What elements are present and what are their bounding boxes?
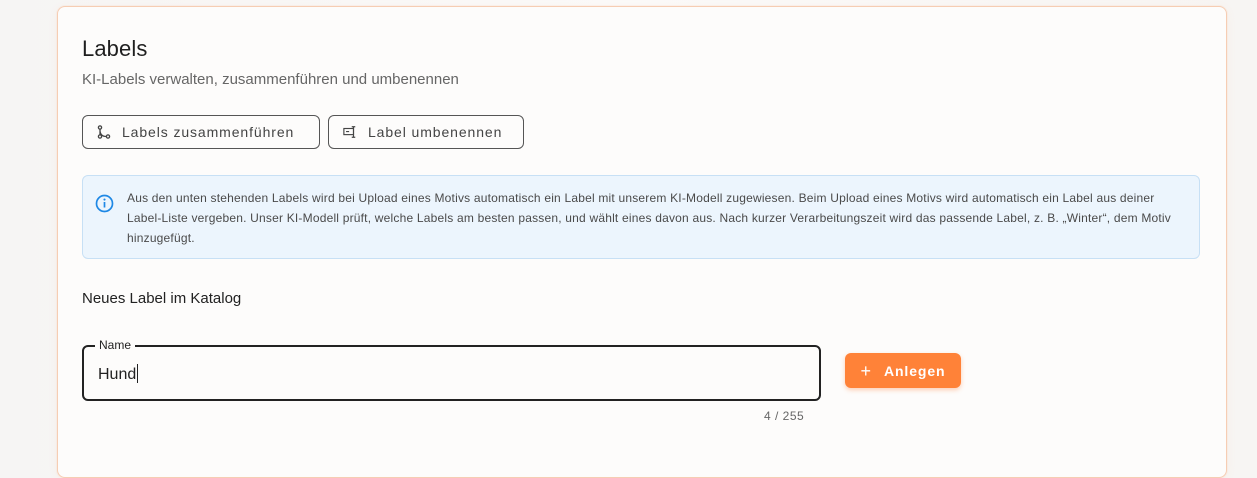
label-name-field-label: Name — [95, 338, 136, 352]
create-label-label: Anlegen — [883, 362, 946, 379]
info-icon — [95, 194, 114, 213]
merge-labels-button[interactable]: Labels zusammenführen — [82, 115, 320, 149]
page-title: Labels — [82, 36, 148, 61]
rename-icon — [343, 125, 357, 139]
new-label-section-title: Neues Label im Katalog — [82, 290, 242, 307]
page-subtitle: KI-Labels verwalten, zusammenführen und … — [82, 71, 459, 88]
merge-labels-label: Labels zusammenführen — [122, 124, 295, 140]
rename-label-label: Label umbenennen — [368, 124, 503, 140]
character-counter: 4 / 255 — [764, 409, 805, 423]
info-alert: Aus den unten stehenden Labels wird bei … — [82, 175, 1200, 259]
label-name-value: Hund — [98, 366, 137, 383]
info-text: Aus den unten stehenden Labels wird bei … — [127, 191, 1171, 245]
label-name-field[interactable]: Name Hund — [82, 338, 821, 401]
text-caret — [137, 364, 139, 383]
label-name-input[interactable]: Hund — [98, 364, 139, 384]
rename-label-button[interactable]: Label umbenennen — [328, 115, 524, 149]
merge-icon — [97, 125, 111, 139]
plus-icon: + — [860, 360, 872, 381]
labels-card: Labels KI-Labels verwalten, zusammenführ… — [57, 6, 1227, 478]
create-label-button[interactable]: + Anlegen — [845, 353, 961, 388]
